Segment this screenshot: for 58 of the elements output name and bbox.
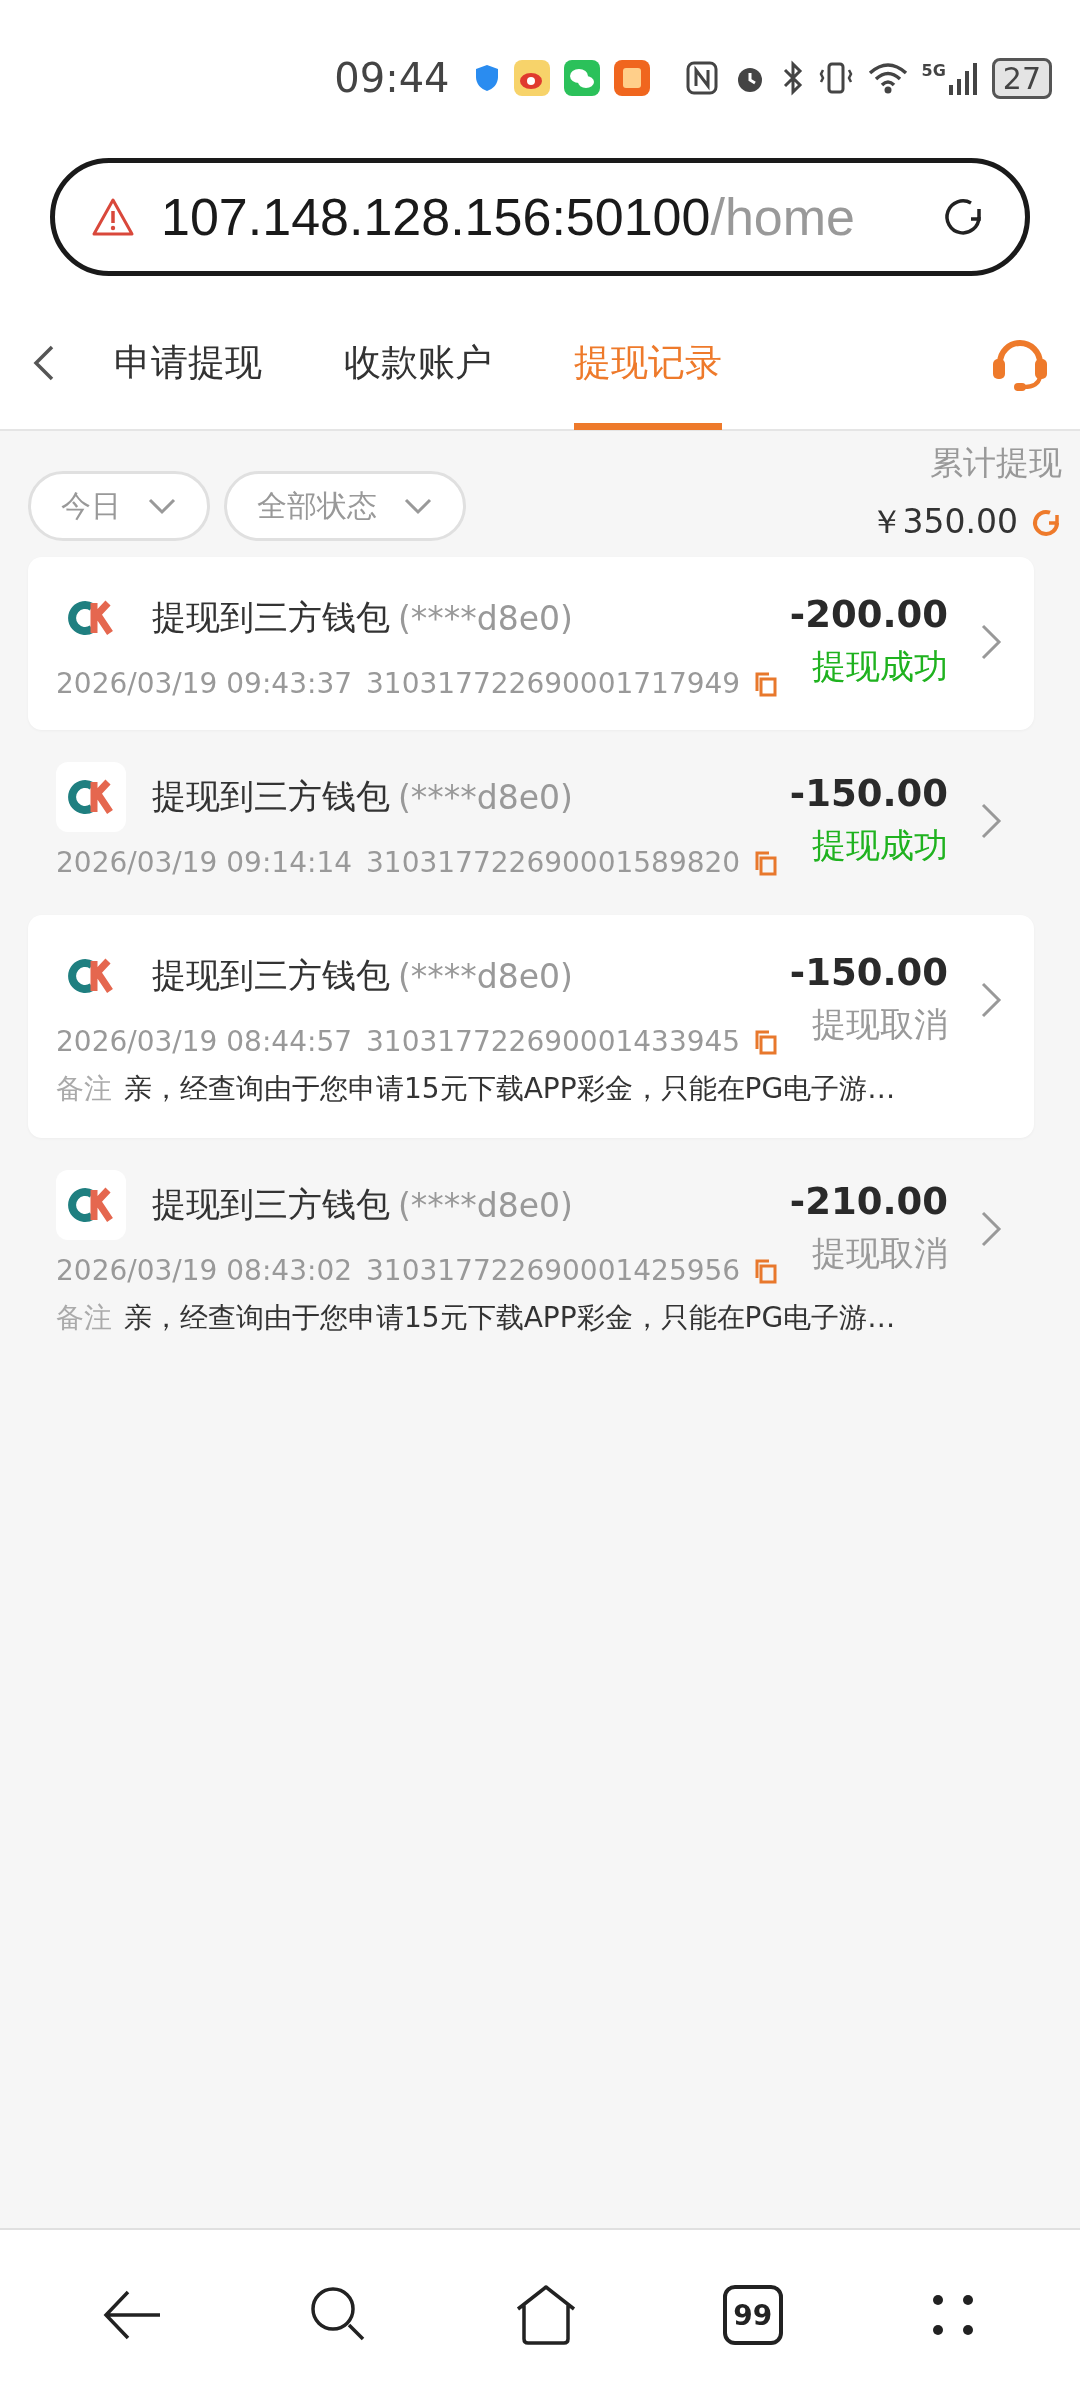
order-number: 310317722690001433945	[366, 1025, 741, 1058]
record-title: 提现到三方钱包	[152, 775, 390, 818]
note-text: 亲，经查询由于您申请15元下载APP彩金，只能在PG电子游…	[124, 1300, 896, 1336]
copy-icon[interactable]	[754, 1028, 779, 1055]
account-mask: (****d8e0)	[398, 956, 573, 996]
record-title: 提现到三方钱包	[152, 1183, 390, 1226]
record-status: 提现取消	[812, 1003, 948, 1046]
account-mask: (****d8e0)	[398, 777, 573, 817]
record-status: 提现取消	[812, 1232, 948, 1275]
record-amount: -150.00	[789, 772, 948, 815]
order-number: 310317722690001589820	[366, 846, 741, 879]
account-mask: (****d8e0)	[398, 598, 573, 638]
copy-icon[interactable]	[754, 1257, 779, 1284]
tab[interactable]: 申请提现	[114, 295, 262, 430]
record-card[interactable]: 提现到三方钱包 (****d8e0) 2026/03/19 08:44:57 310317722690001433945 -150.00 提现取消 备注 亲，经查询由于您申请15元下载APP彩金，只能在PG电子游…	[28, 915, 1034, 1138]
record-card[interactable]: 提现到三方钱包 (****d8e0) 2026/03/19 09:43:37 310317722690001717949 -200.00 提现成功	[28, 557, 1034, 730]
wifi-icon	[867, 61, 908, 95]
tab-count-button[interactable]: 99	[722, 2285, 783, 2345]
tab[interactable]: 收款账户	[344, 295, 492, 430]
home-icon[interactable]	[514, 2285, 578, 2345]
note-label: 备注	[56, 1300, 112, 1336]
status-time: 09:44	[334, 55, 450, 101]
order-number: 310317722690001425956	[366, 1254, 741, 1287]
account-mask: (****d8e0)	[398, 1185, 573, 1225]
record-title: 提现到三方钱包	[152, 596, 390, 639]
address-bar[interactable]: 107.148.128.156:50100/home	[50, 158, 1030, 276]
warning-icon	[91, 197, 135, 237]
record-time: 2026/03/19 09:43:37	[56, 667, 353, 700]
record-card[interactable]: 提现到三方钱包 (****d8e0) 2026/03/19 08:43:02 310317722690001425956 -210.00 提现取消 备注 亲，经查询由于您申请15元下载APP彩金，只能在PG电子游…	[28, 1144, 1034, 1367]
eye-app-icon	[513, 60, 550, 96]
chat-app-icon	[563, 60, 600, 96]
chevron-down-icon	[403, 497, 433, 515]
bluetooth-icon	[781, 60, 804, 96]
copy-icon[interactable]	[754, 670, 779, 697]
record-amount: -150.00	[789, 951, 948, 994]
wallet-logo-icon	[56, 762, 126, 832]
battery-indicator: 27	[991, 57, 1052, 99]
record-title: 提现到三方钱包	[152, 954, 390, 997]
chevron-down-icon	[147, 497, 177, 515]
order-number: 310317722690001717949	[366, 667, 741, 700]
shield-icon	[473, 63, 500, 93]
record-amount: -200.00	[789, 593, 948, 636]
copy-icon[interactable]	[754, 849, 779, 876]
total-label: 累计提现	[930, 442, 1062, 484]
record-card[interactable]: 提现到三方钱包 (****d8e0) 2026/03/19 09:14:14 310317722690001589820 -150.00 提现成功	[28, 736, 1034, 909]
note-text: 亲，经查询由于您申请15元下载APP彩金，只能在PG电子游…	[124, 1071, 896, 1107]
record-amount: -210.00	[789, 1180, 948, 1223]
record-time: 2026/03/19 09:14:14	[56, 846, 353, 879]
url-text: 107.148.128.156:50100/home	[161, 187, 856, 247]
note-label: 备注	[56, 1071, 112, 1107]
record-status: 提现成功	[812, 824, 948, 867]
wallet-logo-icon	[56, 1170, 126, 1240]
vibrate-icon	[817, 60, 854, 96]
record-time: 2026/03/19 08:44:57	[56, 1025, 353, 1058]
nfc-icon	[685, 61, 718, 95]
record-time: 2026/03/19 08:43:02	[56, 1254, 353, 1287]
total-amount: ￥350.00	[869, 501, 1018, 543]
record-status: 提现成功	[812, 645, 948, 688]
